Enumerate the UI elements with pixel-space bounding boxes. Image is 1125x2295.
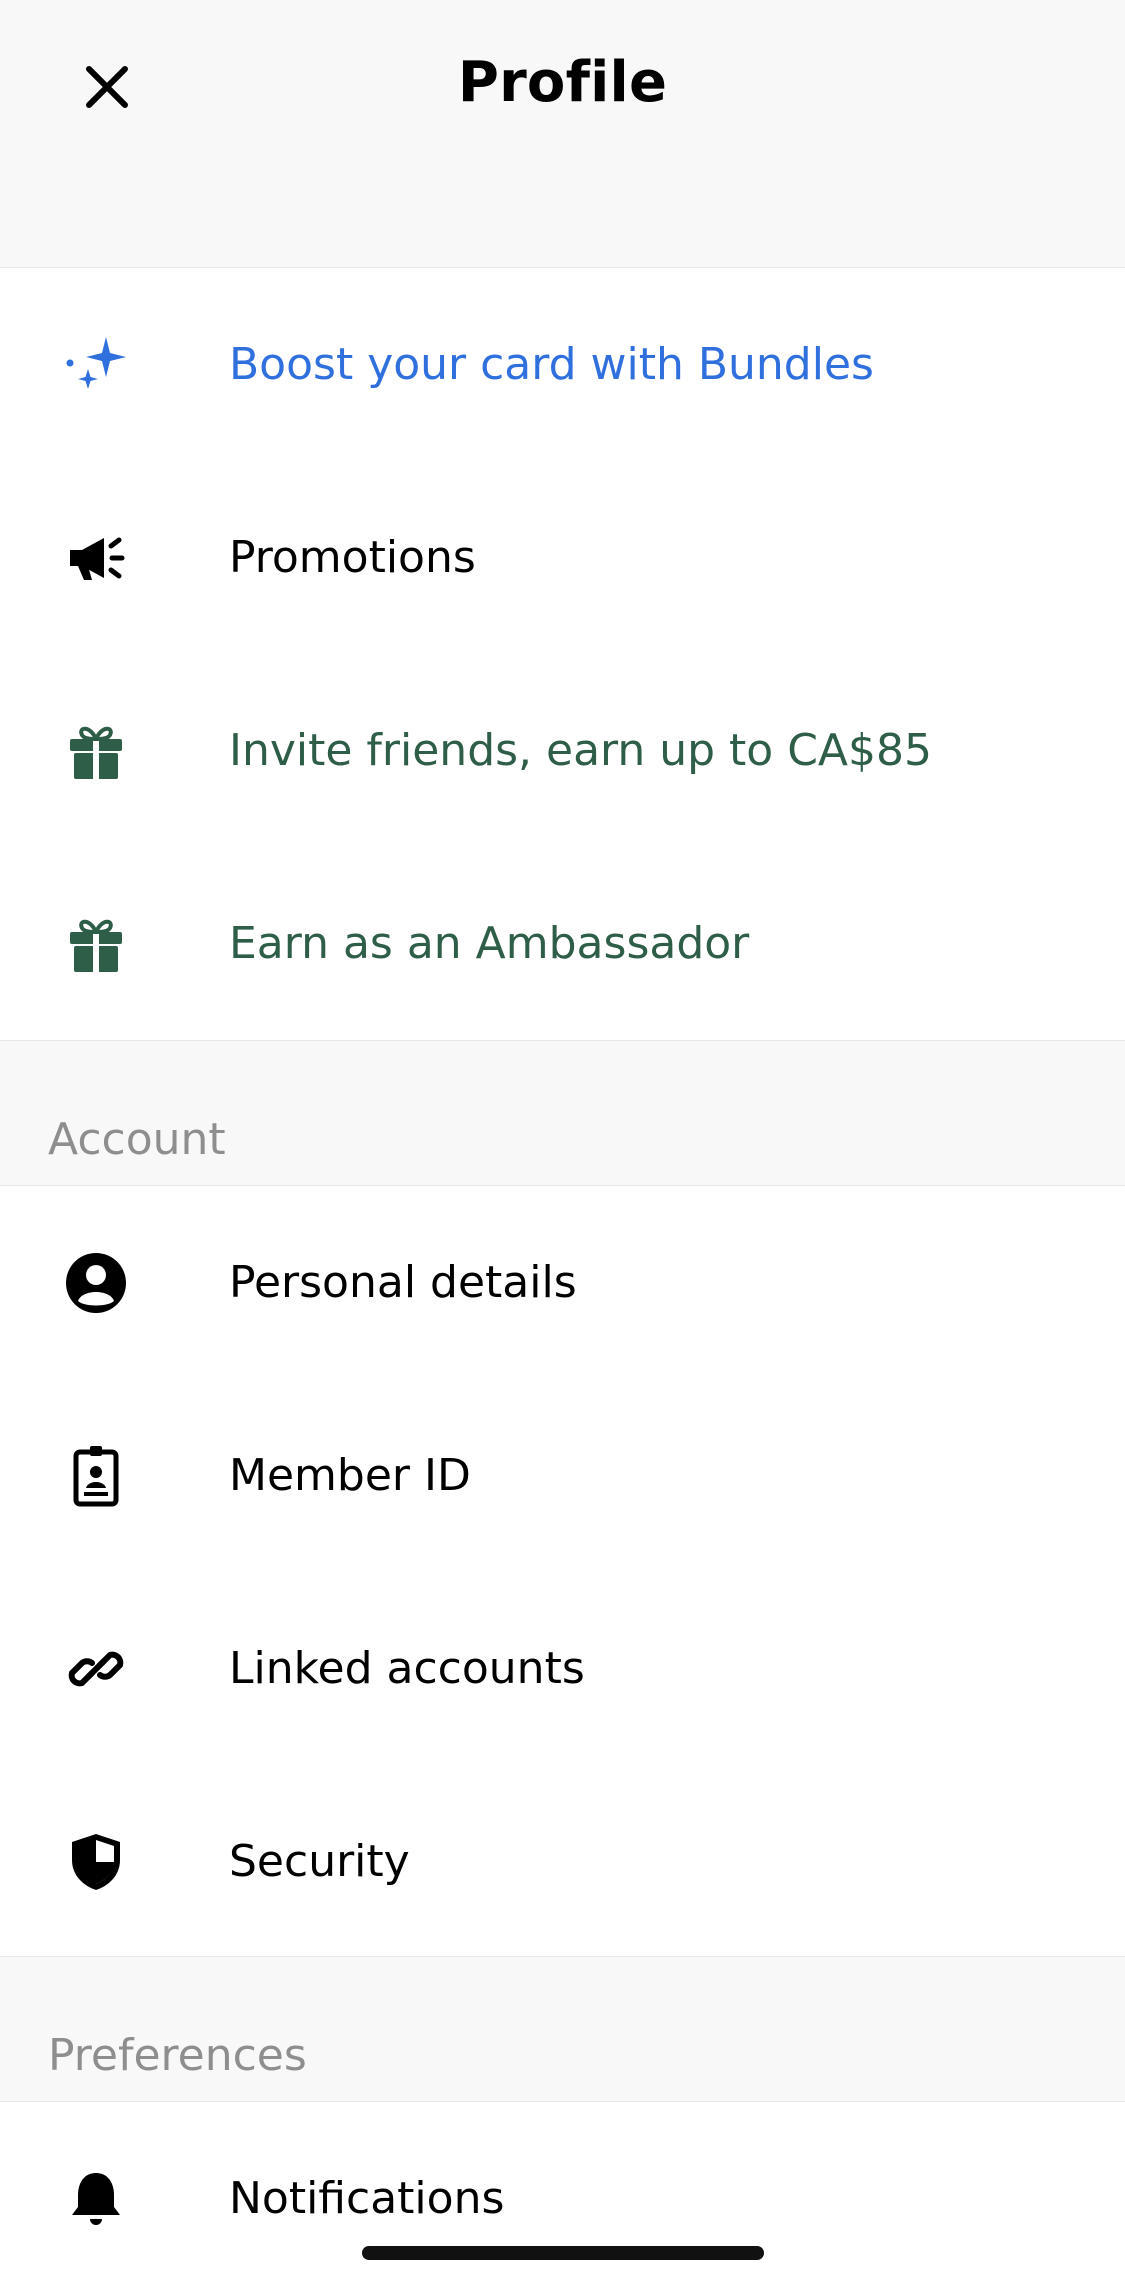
section-label-preferences: Preferences <box>48 2030 307 2081</box>
bell-icon <box>64 2167 128 2231</box>
sparkles-icon <box>64 333 128 397</box>
menu-item-label: Boost your card with Bundles <box>229 339 874 390</box>
account-section-header: Account <box>0 1040 1125 1186</box>
menu-item-label: Member ID <box>229 1450 471 1501</box>
menu-item-notifications[interactable]: Notifications <box>0 2102 1125 2295</box>
menu-item-label: Security <box>229 1836 410 1887</box>
menu-item-personal-details[interactable]: Personal details <box>0 1186 1125 1379</box>
gift-icon <box>64 719 128 783</box>
menu-item-invite-friends[interactable]: Invite friends, earn up to CA$85 <box>0 654 1125 847</box>
menu-item-label: Notifications <box>229 2173 505 2224</box>
section-label-account: Account <box>48 1114 226 1165</box>
user-circle-icon <box>64 1251 128 1315</box>
account-section: Personal details Member ID Linked accoun… <box>0 1186 1125 1956</box>
menu-item-label: Invite friends, earn up to CA$85 <box>229 725 933 776</box>
shield-icon <box>64 1830 128 1894</box>
id-badge-icon <box>64 1444 128 1508</box>
menu-item-label: Linked accounts <box>229 1643 585 1694</box>
gift-icon <box>64 912 128 976</box>
preferences-section-header: Preferences <box>0 1956 1125 2102</box>
menu-item-label: Promotions <box>229 532 476 583</box>
menu-item-member-id[interactable]: Member ID <box>0 1379 1125 1572</box>
menu-item-promotions[interactable]: Promotions <box>0 461 1125 654</box>
menu-item-linked-accounts[interactable]: Linked accounts <box>0 1572 1125 1765</box>
page-title: Profile <box>457 50 668 115</box>
menu-item-security[interactable]: Security <box>0 1765 1125 1958</box>
menu-item-bundles[interactable]: Boost your card with Bundles <box>0 268 1125 461</box>
megaphone-icon <box>64 526 128 590</box>
menu-item-ambassador[interactable]: Earn as an Ambassador <box>0 847 1125 1040</box>
promo-section: Boost your card with Bundles Promotions <box>0 268 1125 1040</box>
menu-item-label: Earn as an Ambassador <box>229 918 750 969</box>
link-icon <box>64 1637 128 1701</box>
menu-item-label: Personal details <box>229 1257 577 1308</box>
home-indicator <box>362 2246 764 2260</box>
header: Profile <box>0 0 1125 268</box>
